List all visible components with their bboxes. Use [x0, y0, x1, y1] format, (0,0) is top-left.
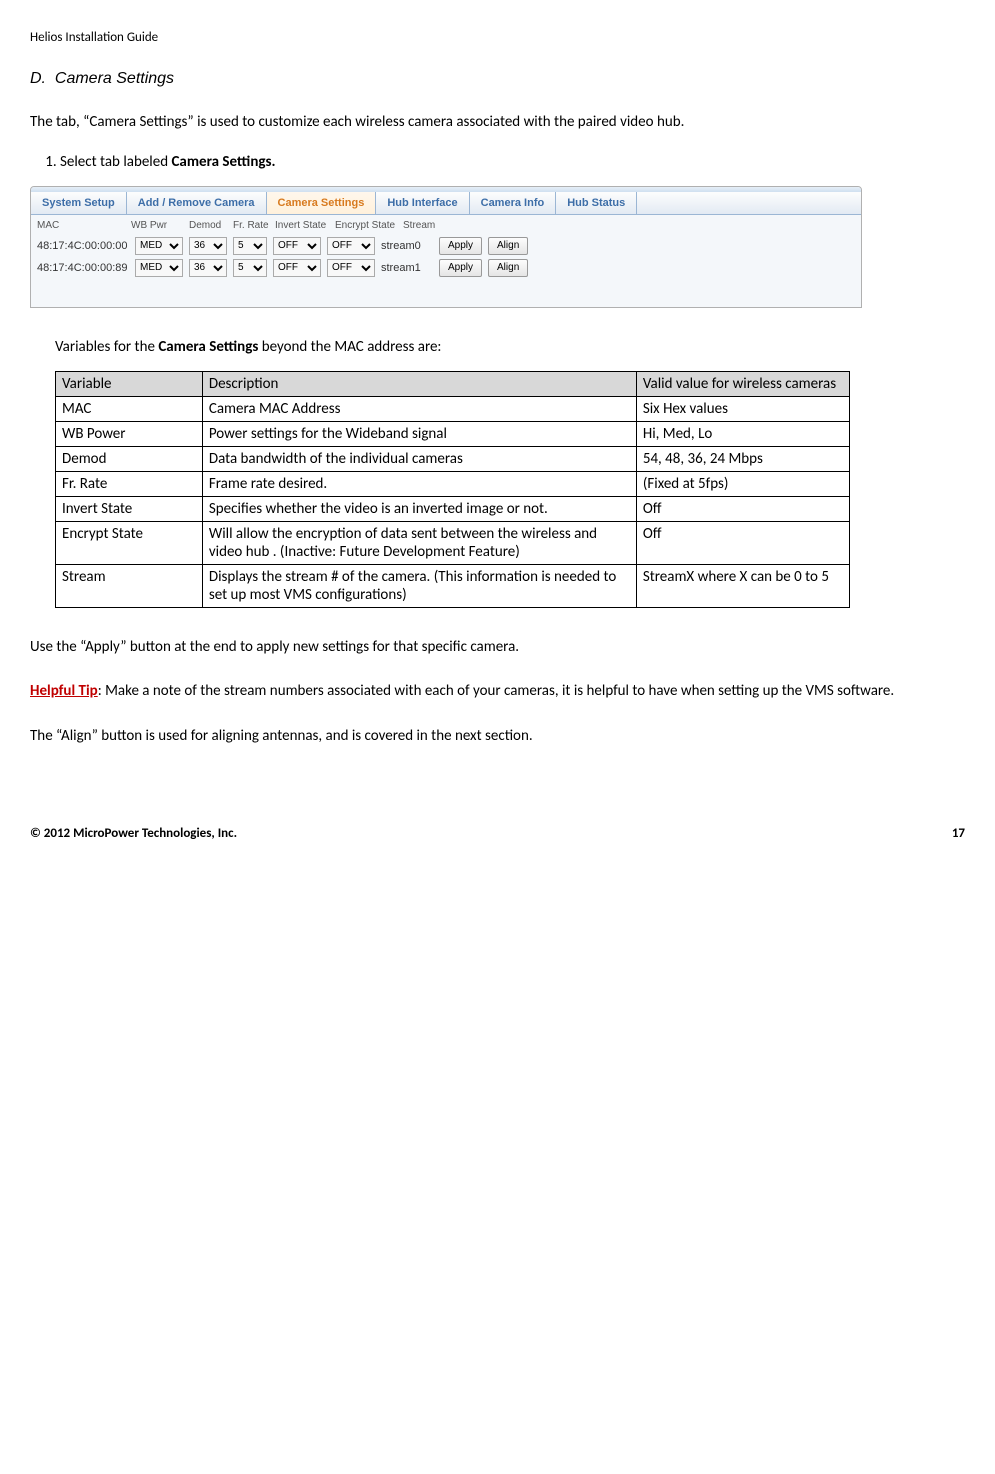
- demod-select[interactable]: 36: [189, 259, 227, 277]
- variables-intro: Variables for the Camera Settings beyond…: [55, 338, 965, 356]
- cell-description: Frame rate desired.: [202, 471, 636, 496]
- th-valid-value: Valid value for wireless cameras: [636, 371, 849, 396]
- wb-power-select[interactable]: MED: [135, 237, 183, 255]
- footer-page-number: 17: [952, 826, 965, 841]
- section-title: Camera Settings: [55, 70, 174, 87]
- apply-paragraph: Use the “Apply” button at the end to app…: [30, 638, 965, 658]
- th-variable: Variable: [56, 371, 203, 396]
- invert-select[interactable]: OFF: [273, 259, 321, 277]
- table-row: Demod Data bandwidth of the individual c…: [56, 446, 850, 471]
- step-1-text: Select tab labeled: [60, 153, 171, 171]
- tab-camera-settings[interactable]: Camera Settings: [267, 192, 377, 214]
- tip-text: : Make a note of the stream numbers asso…: [98, 682, 894, 700]
- col-frrate: Fr. Rate: [233, 220, 275, 231]
- encrypt-select[interactable]: OFF: [327, 259, 375, 277]
- tab-add-remove-camera[interactable]: Add / Remove Camera: [127, 192, 267, 214]
- cell-valid-value: StreamX where X can be 0 to 5: [636, 564, 849, 607]
- camera-settings-screenshot: System Setup Add / Remove Camera Camera …: [30, 186, 862, 308]
- variables-table: Variable Description Valid value for wir…: [55, 371, 850, 608]
- cell-variable: Invert State: [56, 496, 203, 521]
- camera-row: 48:17:4C:00:00:89 MED 36 5 OFF OFF strea…: [37, 257, 855, 279]
- align-button[interactable]: Align: [488, 259, 528, 277]
- cell-valid-value: Off: [636, 496, 849, 521]
- align-button[interactable]: Align: [488, 237, 528, 255]
- helpful-tip: Helpful Tip: Make a note of the stream n…: [30, 682, 965, 702]
- table-row: MAC Camera MAC Address Six Hex values: [56, 396, 850, 421]
- stream-label: stream1: [381, 262, 433, 274]
- cell-variable: Demod: [56, 446, 203, 471]
- vars-intro-pre: Variables for the: [55, 338, 158, 356]
- cell-variable: WB Power: [56, 421, 203, 446]
- tip-label: Helpful Tip: [30, 682, 98, 700]
- col-demod: Demod: [189, 220, 233, 231]
- col-encrypt: Encrypt State: [335, 220, 403, 231]
- footer-copyright: © 2012 MicroPower Technologies, Inc.: [30, 826, 237, 841]
- wb-power-select[interactable]: MED: [135, 259, 183, 277]
- encrypt-select[interactable]: OFF: [327, 237, 375, 255]
- tab-camera-info[interactable]: Camera Info: [470, 192, 557, 214]
- cell-variable: MAC: [56, 396, 203, 421]
- camera-row: 48:17:4C:00:00:00 MED 36 5 OFF OFF strea…: [37, 235, 855, 257]
- mac-value: 48:17:4C:00:00:00: [37, 240, 129, 252]
- cell-description: Displays the stream # of the camera. (Th…: [202, 564, 636, 607]
- column-headers: MAC WB Pwr Demod Fr. Rate Invert State E…: [37, 218, 855, 235]
- invert-select[interactable]: OFF: [273, 237, 321, 255]
- cell-description: Camera MAC Address: [202, 396, 636, 421]
- table-row: Fr. Rate Frame rate desired. (Fixed at 5…: [56, 471, 850, 496]
- framerate-select[interactable]: 5: [233, 237, 267, 255]
- table-row: WB Power Power settings for the Wideband…: [56, 421, 850, 446]
- step-1-bold: Camera Settings.: [171, 153, 275, 171]
- section-heading: D. Camera Settings: [30, 70, 965, 88]
- tab-bar: System Setup Add / Remove Camera Camera …: [31, 192, 861, 215]
- tab-system-setup[interactable]: System Setup: [31, 192, 127, 214]
- cell-valid-value: Hi, Med, Lo: [636, 421, 849, 446]
- table-row: Encrypt State Will allow the encryption …: [56, 521, 850, 564]
- col-mac: MAC: [37, 220, 131, 231]
- cell-variable: Fr. Rate: [56, 471, 203, 496]
- col-stream: Stream: [403, 220, 435, 231]
- vars-intro-post: beyond the MAC address are:: [258, 338, 441, 356]
- cell-variable: Stream: [56, 564, 203, 607]
- th-description: Description: [202, 371, 636, 396]
- section-letter: D.: [30, 70, 46, 87]
- align-paragraph: The “Align” button is used for aligning …: [30, 727, 965, 747]
- step-1: Select tab labeled Camera Settings.: [60, 153, 965, 171]
- table-row: Invert State Specifies whether the video…: [56, 496, 850, 521]
- cell-valid-value: Off: [636, 521, 849, 564]
- stream-label: stream0: [381, 240, 433, 252]
- tab-hub-interface[interactable]: Hub Interface: [376, 192, 469, 214]
- cell-valid-value: 54, 48, 36, 24 Mbps: [636, 446, 849, 471]
- apply-button[interactable]: Apply: [439, 259, 482, 277]
- intro-paragraph: The tab, “Camera Settings” is used to cu…: [30, 113, 965, 133]
- demod-select[interactable]: 36: [189, 237, 227, 255]
- framerate-select[interactable]: 5: [233, 259, 267, 277]
- cell-description: Data bandwidth of the individual cameras: [202, 446, 636, 471]
- cell-variable: Encrypt State: [56, 521, 203, 564]
- apply-button[interactable]: Apply: [439, 237, 482, 255]
- col-wbpwr: WB Pwr: [131, 220, 189, 231]
- doc-header: Helios Installation Guide: [30, 30, 965, 45]
- vars-intro-bold: Camera Settings: [158, 338, 258, 356]
- table-row: Stream Displays the stream # of the came…: [56, 564, 850, 607]
- mac-value: 48:17:4C:00:00:89: [37, 262, 129, 274]
- cell-valid-value: (Fixed at 5fps): [636, 471, 849, 496]
- cell-valid-value: Six Hex values: [636, 396, 849, 421]
- cell-description: Will allow the encryption of data sent b…: [202, 521, 636, 564]
- cell-description: Power settings for the Wideband signal: [202, 421, 636, 446]
- cell-description: Specifies whether the video is an invert…: [202, 496, 636, 521]
- page-footer: © 2012 MicroPower Technologies, Inc. 17: [30, 826, 965, 841]
- col-invert: Invert State: [275, 220, 335, 231]
- tab-hub-status[interactable]: Hub Status: [556, 192, 637, 214]
